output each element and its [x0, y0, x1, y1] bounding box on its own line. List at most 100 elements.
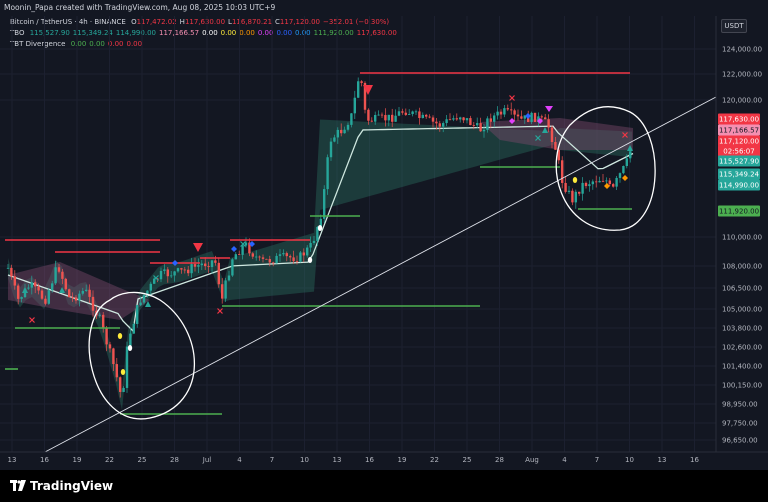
price-chart[interactable]: 124,000.00 122,000.00 120,000.00 110,000.00…: [0, 16, 768, 470]
candle-body-12: [47, 290, 50, 304]
candle-body-70: [244, 242, 248, 246]
time-tick-17: 4: [562, 456, 567, 464]
candle-body-24: [88, 289, 91, 297]
price-label-4: 115,527.90: [719, 158, 759, 166]
price-tick-3: 110,000.00: [722, 234, 762, 242]
time-tick-15: 28: [495, 456, 504, 464]
candle-body-108: [374, 115, 377, 122]
candle-body-107: [370, 120, 373, 122]
candle-body-73: [255, 256, 258, 258]
time-tick-14: 25: [463, 456, 472, 464]
dot-marker-4: [572, 177, 578, 183]
price-tick-5: 106,500.00: [722, 285, 762, 293]
diamond-marker-6: [622, 175, 628, 181]
price-label-5: 115,349.24: [719, 171, 760, 179]
candle-body-183: [629, 151, 632, 159]
candle-body-102: [353, 97, 356, 114]
candle-body-158: [544, 117, 547, 120]
candle-body-106: [367, 109, 370, 121]
candle-body-11: [44, 298, 47, 304]
candle-body-126: [435, 121, 438, 124]
candle-body-154: [530, 112, 533, 123]
candle-body-47: [166, 269, 169, 277]
candle-body-169: [581, 182, 584, 194]
time-tick-7: 4: [237, 456, 242, 464]
candle-body-98: [340, 129, 343, 134]
candle-body-57: [200, 263, 203, 266]
candle-body-16: [61, 271, 64, 279]
candle-body-173: [595, 181, 598, 183]
candle-body-77: [268, 259, 271, 263]
candle-body-96: [333, 137, 336, 142]
candle-body-4: [20, 297, 23, 299]
time-tick-11: 16: [365, 456, 374, 464]
candle-body-168: [578, 191, 581, 194]
candle-body-159: [547, 119, 550, 128]
candle-body-140: [482, 129, 486, 132]
candle-body-99: [343, 129, 346, 134]
time-tick-13: 22: [430, 456, 439, 464]
candle-body-141: [486, 118, 489, 130]
candle-body-21: [78, 293, 81, 301]
time-tick-0: 13: [8, 456, 17, 464]
candle-body-134: [462, 117, 465, 121]
candle-body-129: [445, 119, 448, 124]
candle-body-144: [496, 111, 499, 116]
candle-body-163: [561, 160, 564, 183]
price-tick-1: 122,000.00: [722, 71, 762, 79]
candle-body-68: [238, 254, 241, 255]
candle-body-58: [204, 263, 207, 267]
candle-body-143: [493, 115, 496, 122]
candle-body-53: [187, 269, 190, 274]
candle-body-97: [336, 129, 339, 138]
candle-body-176: [605, 180, 608, 182]
time-tick-4: 25: [138, 456, 147, 464]
candle-body-150: [516, 114, 520, 117]
candle-body-85: [295, 261, 299, 262]
sell-signal-1: [193, 243, 203, 252]
candle-body-66: [231, 259, 234, 276]
candle-body-164: [564, 182, 567, 192]
candle-body-115: [397, 111, 401, 116]
currency-selector[interactable]: USDT: [721, 19, 747, 33]
candle-body-167: [574, 191, 577, 203]
candle-body-142: [489, 118, 492, 122]
candle-body-104: [360, 81, 363, 83]
candle-body-84: [292, 257, 295, 262]
candle-body-93: [323, 189, 326, 219]
candle-body-100: [346, 124, 350, 130]
price-label-2: 117,120.00: [719, 138, 759, 146]
candle-body-19: [71, 297, 74, 298]
candle-body-127: [438, 123, 441, 127]
candle-body-17: [64, 278, 67, 290]
price-label-1: 117,166.57: [719, 127, 759, 135]
price-label-7: 111,920.00: [719, 208, 759, 216]
tradingview-logo: TradingView: [10, 479, 113, 493]
time-tick-6: Jul: [202, 456, 212, 464]
candle-body-45: [159, 270, 163, 280]
price-axis: 124,000.00 122,000.00 120,000.00 110,000.00…: [715, 16, 768, 452]
candle-body-3: [17, 285, 20, 299]
candle-body-75: [261, 257, 265, 259]
dot-marker-0: [317, 225, 323, 231]
candle-body-138: [476, 123, 479, 126]
candle-body-118: [408, 114, 411, 115]
candle-body-139: [479, 123, 482, 132]
candle-body-18: [68, 289, 71, 298]
price-tick-12: 97,750.00: [722, 420, 758, 428]
candle-body-37: [132, 323, 135, 334]
candle-body-35: [125, 346, 129, 388]
candle-body-180: [618, 173, 622, 178]
candle-body-15: [57, 267, 61, 272]
candle-body-20: [74, 297, 78, 301]
candle-body-135: [465, 118, 469, 121]
candle-body-122: [421, 114, 424, 119]
candle-body-88: [306, 247, 309, 256]
candle-body-161: [554, 141, 557, 150]
candle-body-95: [329, 141, 333, 158]
candle-body-60: [210, 260, 214, 268]
candle-body-166: [571, 190, 574, 203]
candle-body-31: [112, 348, 115, 365]
price-label-6: 114,990.00: [719, 182, 759, 190]
candle-body-25: [91, 296, 95, 311]
